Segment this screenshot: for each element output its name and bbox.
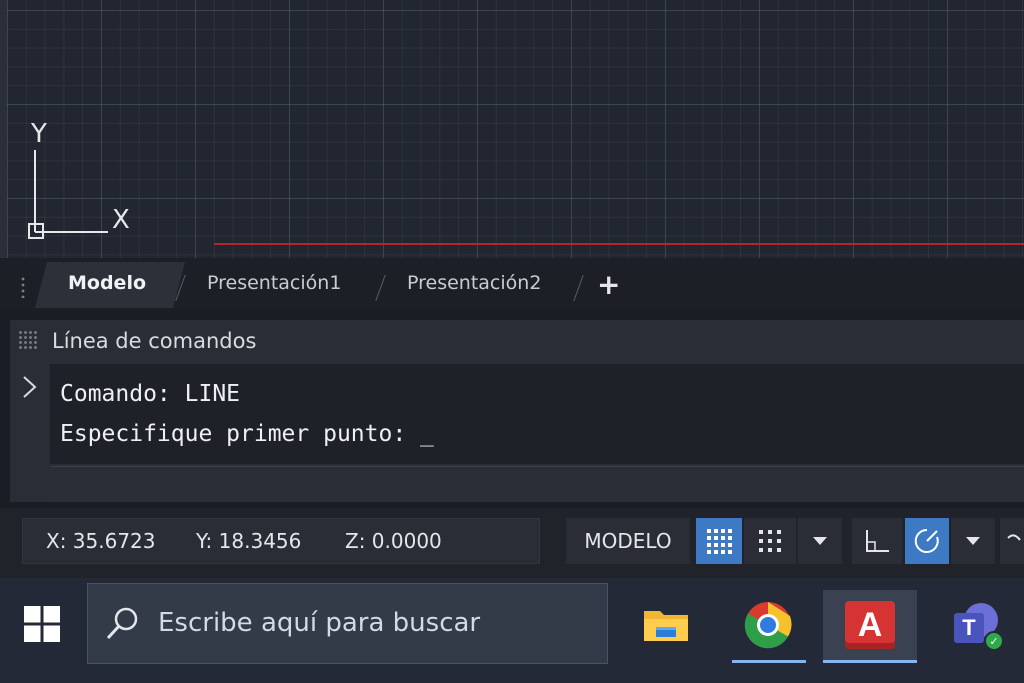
snap-options-dropdown[interactable] [798,518,842,564]
x-coordinate: X: 35.6723 [46,529,156,553]
search-icon [106,607,138,640]
ucs-icon: Y X [28,119,130,239]
command-history [50,364,1024,464]
ortho-toggle-button[interactable] [852,518,902,564]
z-coordinate: Z: 0.0000 [345,529,442,553]
chevron-down-icon [813,537,827,545]
command-history-line: Comando: LINE [60,381,241,407]
command-grip-icon[interactable] [18,330,38,350]
model-space-button[interactable]: MODELO [566,518,690,564]
taskbar-file-explorer[interactable] [628,590,704,660]
taskbar-autocad[interactable]: A [823,590,917,660]
snap-toggle-button[interactable] [744,518,796,564]
chrome-icon [744,602,792,649]
grid-icon [707,529,732,554]
drawing-canvas[interactable] [0,0,1024,258]
ucs-y-label: Y [30,119,47,149]
polar-tracking-icon [914,528,939,553]
chevron-down-icon [966,537,980,545]
taskbar-chrome[interactable] [730,590,806,660]
search-placeholder: Escribe aquí para buscar [158,608,481,638]
tab-model[interactable]: Modelo [68,272,146,294]
folder-icon [644,611,688,641]
command-input[interactable] [50,466,1024,498]
add-layout-button[interactable]: + [597,271,620,299]
ortho-icon [866,530,889,552]
teams-letter: T [962,615,976,640]
teams-icon: T ✓ [950,601,1004,651]
object-snap-toggle-button[interactable] [1000,518,1024,564]
object-snap-icon [1007,534,1021,541]
autocad-running-indicator [823,660,917,663]
polar-options-dropdown[interactable] [951,518,995,564]
tab-presentacion2[interactable]: Presentación2 [407,272,541,294]
grid-toggle-button[interactable] [696,518,742,564]
autocad-letter: A [857,605,883,644]
y-coordinate: Y: 18.3456 [196,529,302,553]
taskbar-teams[interactable]: T ✓ [938,590,1014,660]
available-status-icon: ✓ [984,631,1004,651]
ucs-x-label: X [112,205,130,235]
chrome-running-indicator [732,660,806,663]
chevron-right-icon[interactable] [19,374,41,400]
red-axis-line [214,243,1024,245]
autocad-icon: A [845,601,895,649]
command-line-title: Línea de comandos [52,329,257,353]
snap-icon [759,530,781,552]
tabbar-grip-icon[interactable] [20,276,26,298]
command-history-line: Especifique primer punto: _ [60,421,434,447]
windows-start-icon[interactable] [24,606,60,642]
polar-tracking-toggle-button[interactable] [905,518,949,564]
tab-presentacion1[interactable]: Presentación1 [207,272,341,294]
